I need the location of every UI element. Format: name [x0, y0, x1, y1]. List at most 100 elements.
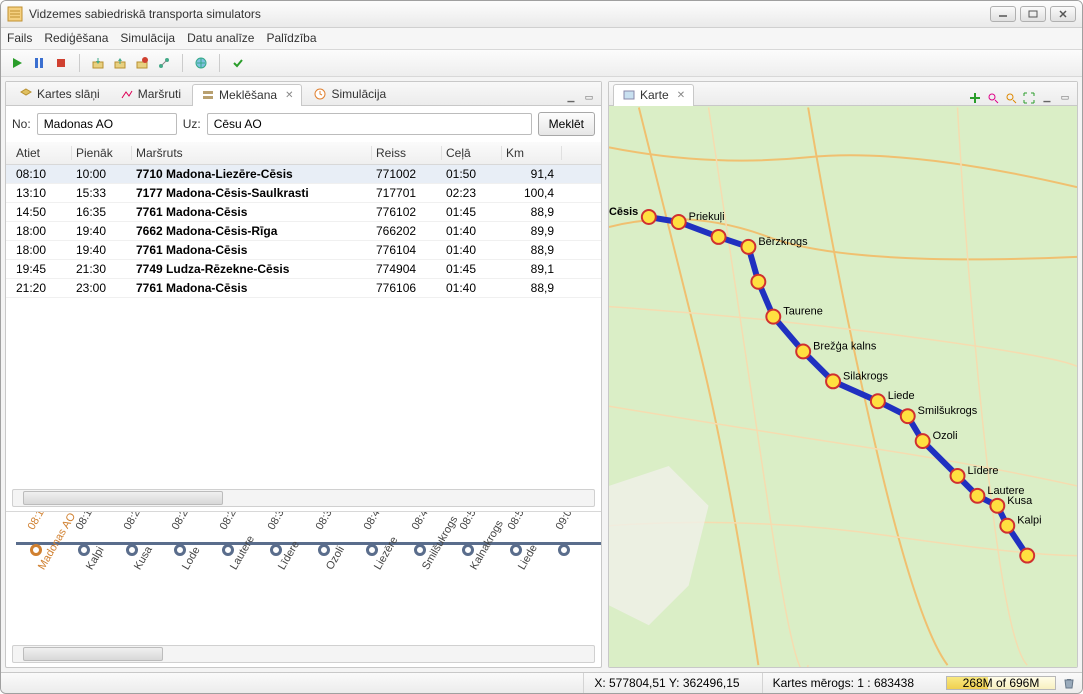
map-stop-icon[interactable] — [951, 469, 965, 483]
cell-arrive: 15:33 — [72, 186, 132, 200]
map-stop-icon[interactable] — [871, 394, 885, 408]
minimize-button[interactable] — [990, 6, 1016, 22]
check-icon[interactable] — [228, 53, 248, 73]
pane-maximize-icon[interactable]: ▭ — [1057, 91, 1073, 105]
stop-dot-icon — [78, 544, 90, 556]
tab-search[interactable]: Meklēšana ✕ — [192, 84, 302, 106]
maximize-button[interactable] — [1020, 6, 1046, 22]
menu-edit[interactable]: Rediģēšana — [44, 31, 108, 45]
to-input[interactable] — [207, 113, 532, 135]
search-button[interactable]: Meklēt — [538, 112, 595, 136]
timeline-hscrollbar[interactable] — [12, 645, 595, 663]
map-stop-icon[interactable] — [1000, 519, 1014, 533]
data-export-icon[interactable] — [110, 53, 130, 73]
search-bar: No: Uz: Meklēt — [6, 106, 601, 142]
map-stop-icon[interactable] — [766, 310, 780, 324]
map-stop-icon[interactable] — [990, 499, 1004, 513]
titlebar: Vidzemes sabiedriskā transporta simulato… — [1, 1, 1082, 28]
right-pane: Karte ✕ ▁ ▭ — [608, 81, 1078, 668]
stop-dot-icon — [414, 544, 426, 556]
table-row[interactable]: 13:1015:337177 Madona-Cēsis-Saulkrasti71… — [6, 184, 601, 203]
tab-layers[interactable]: Kartes slāņi — [10, 83, 109, 105]
zoom-out-icon[interactable] — [1003, 91, 1019, 105]
stop-time: 08:35 — [314, 511, 338, 532]
timeline-stop[interactable]: 08:10Madonas AO — [12, 520, 60, 556]
memory-gauge: 268M of 696M — [946, 676, 1056, 690]
clock-icon — [313, 87, 327, 101]
map-stop-icon[interactable] — [916, 434, 930, 448]
map-stop-icon[interactable] — [796, 344, 810, 358]
map-stop-icon[interactable] — [642, 210, 656, 224]
cell-km: 100,4 — [502, 186, 562, 200]
timeline-stop[interactable]: 08:47Smilšukrogs — [396, 520, 444, 556]
menu-help[interactable]: Palīdzība — [266, 31, 316, 45]
cell-duration: 01:40 — [442, 243, 502, 257]
map-stop-icon[interactable] — [1020, 549, 1034, 563]
timeline-stop[interactable]: 08:35Ozoli — [300, 520, 348, 556]
timeline-stop[interactable]: 08:20Kusa — [108, 520, 156, 556]
col-depart[interactable]: Atiet — [12, 146, 72, 160]
tab-routes[interactable]: Maršruti — [111, 83, 190, 105]
stop-dot-icon — [318, 544, 330, 556]
col-arrive[interactable]: Pienāk — [72, 146, 132, 160]
tab-simulation[interactable]: Simulācija — [304, 83, 395, 105]
app-window: Vidzemes sabiedriskā transporta simulato… — [0, 0, 1083, 694]
tab-map[interactable]: Karte ✕ — [613, 84, 694, 106]
from-input[interactable] — [37, 113, 177, 135]
map-stop-label: Brežģa kalns — [813, 339, 877, 352]
table-row[interactable]: 21:2023:007761 Madona-Cēsis77610601:4088… — [6, 279, 601, 298]
map-stop-icon[interactable] — [901, 409, 915, 423]
cell-arrive: 19:40 — [72, 243, 132, 257]
pane-minimize-icon[interactable]: ▁ — [563, 91, 579, 105]
cell-depart: 13:10 — [12, 186, 72, 200]
data-refresh-icon[interactable] — [132, 53, 152, 73]
col-route[interactable]: Maršruts — [132, 146, 372, 160]
timeline-stop[interactable]: 08:26Lautere — [204, 520, 252, 556]
map-stop-label: Priekuļi — [689, 211, 725, 223]
map-stop-icon[interactable] — [741, 240, 755, 254]
map-stop-icon[interactable] — [672, 215, 686, 229]
table-hscrollbar[interactable] — [12, 489, 595, 507]
cell-km: 88,9 — [502, 243, 562, 257]
col-km[interactable]: Km — [502, 146, 562, 160]
timeline-stop[interactable]: 08:59Liede — [492, 520, 540, 556]
table-row[interactable]: 19:4521:307749 Ludza-Rēzekne-Cēsis774904… — [6, 260, 601, 279]
timeline-stop[interactable]: 08:42Liezēre — [348, 520, 396, 556]
pan-icon[interactable] — [967, 91, 983, 105]
menu-file[interactable]: Fails — [7, 31, 32, 45]
data-import-icon[interactable] — [88, 53, 108, 73]
menu-simulation[interactable]: Simulācija — [120, 31, 175, 45]
zoom-in-icon[interactable] — [985, 91, 1001, 105]
play-icon[interactable] — [7, 53, 27, 73]
tab-close-icon[interactable]: ✕ — [677, 90, 685, 101]
cell-km: 88,9 — [502, 281, 562, 295]
pane-maximize-icon[interactable]: ▭ — [581, 91, 597, 105]
pane-minimize-icon[interactable]: ▁ — [1039, 91, 1055, 105]
map-stop-icon[interactable] — [712, 230, 726, 244]
trash-icon[interactable] — [1062, 676, 1076, 690]
timeline-stop[interactable]: 09:06 — [540, 520, 588, 556]
map-stop-icon[interactable] — [826, 374, 840, 388]
table-row[interactable]: 14:5016:357761 Madona-Cēsis77610201:4588… — [6, 203, 601, 222]
tab-close-icon[interactable]: ✕ — [285, 90, 293, 101]
graph-icon[interactable] — [154, 53, 174, 73]
fullscreen-icon[interactable] — [1021, 91, 1037, 105]
timeline-stop[interactable]: 08:14Kalpi — [60, 520, 108, 556]
map-stop-icon[interactable] — [751, 275, 765, 289]
timeline-stop[interactable]: 08:23Lode — [156, 520, 204, 556]
timeline-stop[interactable]: 08:54Kalnakrogs — [444, 520, 492, 556]
pause-icon[interactable] — [29, 53, 49, 73]
timeline-stop[interactable]: 08:30Līdere — [252, 520, 300, 556]
table-row[interactable]: 08:1010:007710 Madona-Liezēre-Cēsis77100… — [6, 165, 601, 184]
map-canvas[interactable]: CēsisPriekuļiBērzkrogsTaureneBrežģa kaln… — [609, 106, 1077, 667]
table-row[interactable]: 18:0019:407761 Madona-Cēsis77610401:4088… — [6, 241, 601, 260]
map-stop-icon[interactable] — [970, 489, 984, 503]
globe-icon[interactable] — [191, 53, 211, 73]
menu-data-analysis[interactable]: Datu analīze — [187, 31, 254, 45]
col-duration[interactable]: Ceļā — [442, 146, 502, 160]
col-trip[interactable]: Reiss — [372, 146, 442, 160]
stop-icon[interactable] — [51, 53, 71, 73]
cell-km: 88,9 — [502, 205, 562, 219]
close-button[interactable] — [1050, 6, 1076, 22]
table-row[interactable]: 18:0019:407662 Madona-Cēsis-Rīga76620201… — [6, 222, 601, 241]
